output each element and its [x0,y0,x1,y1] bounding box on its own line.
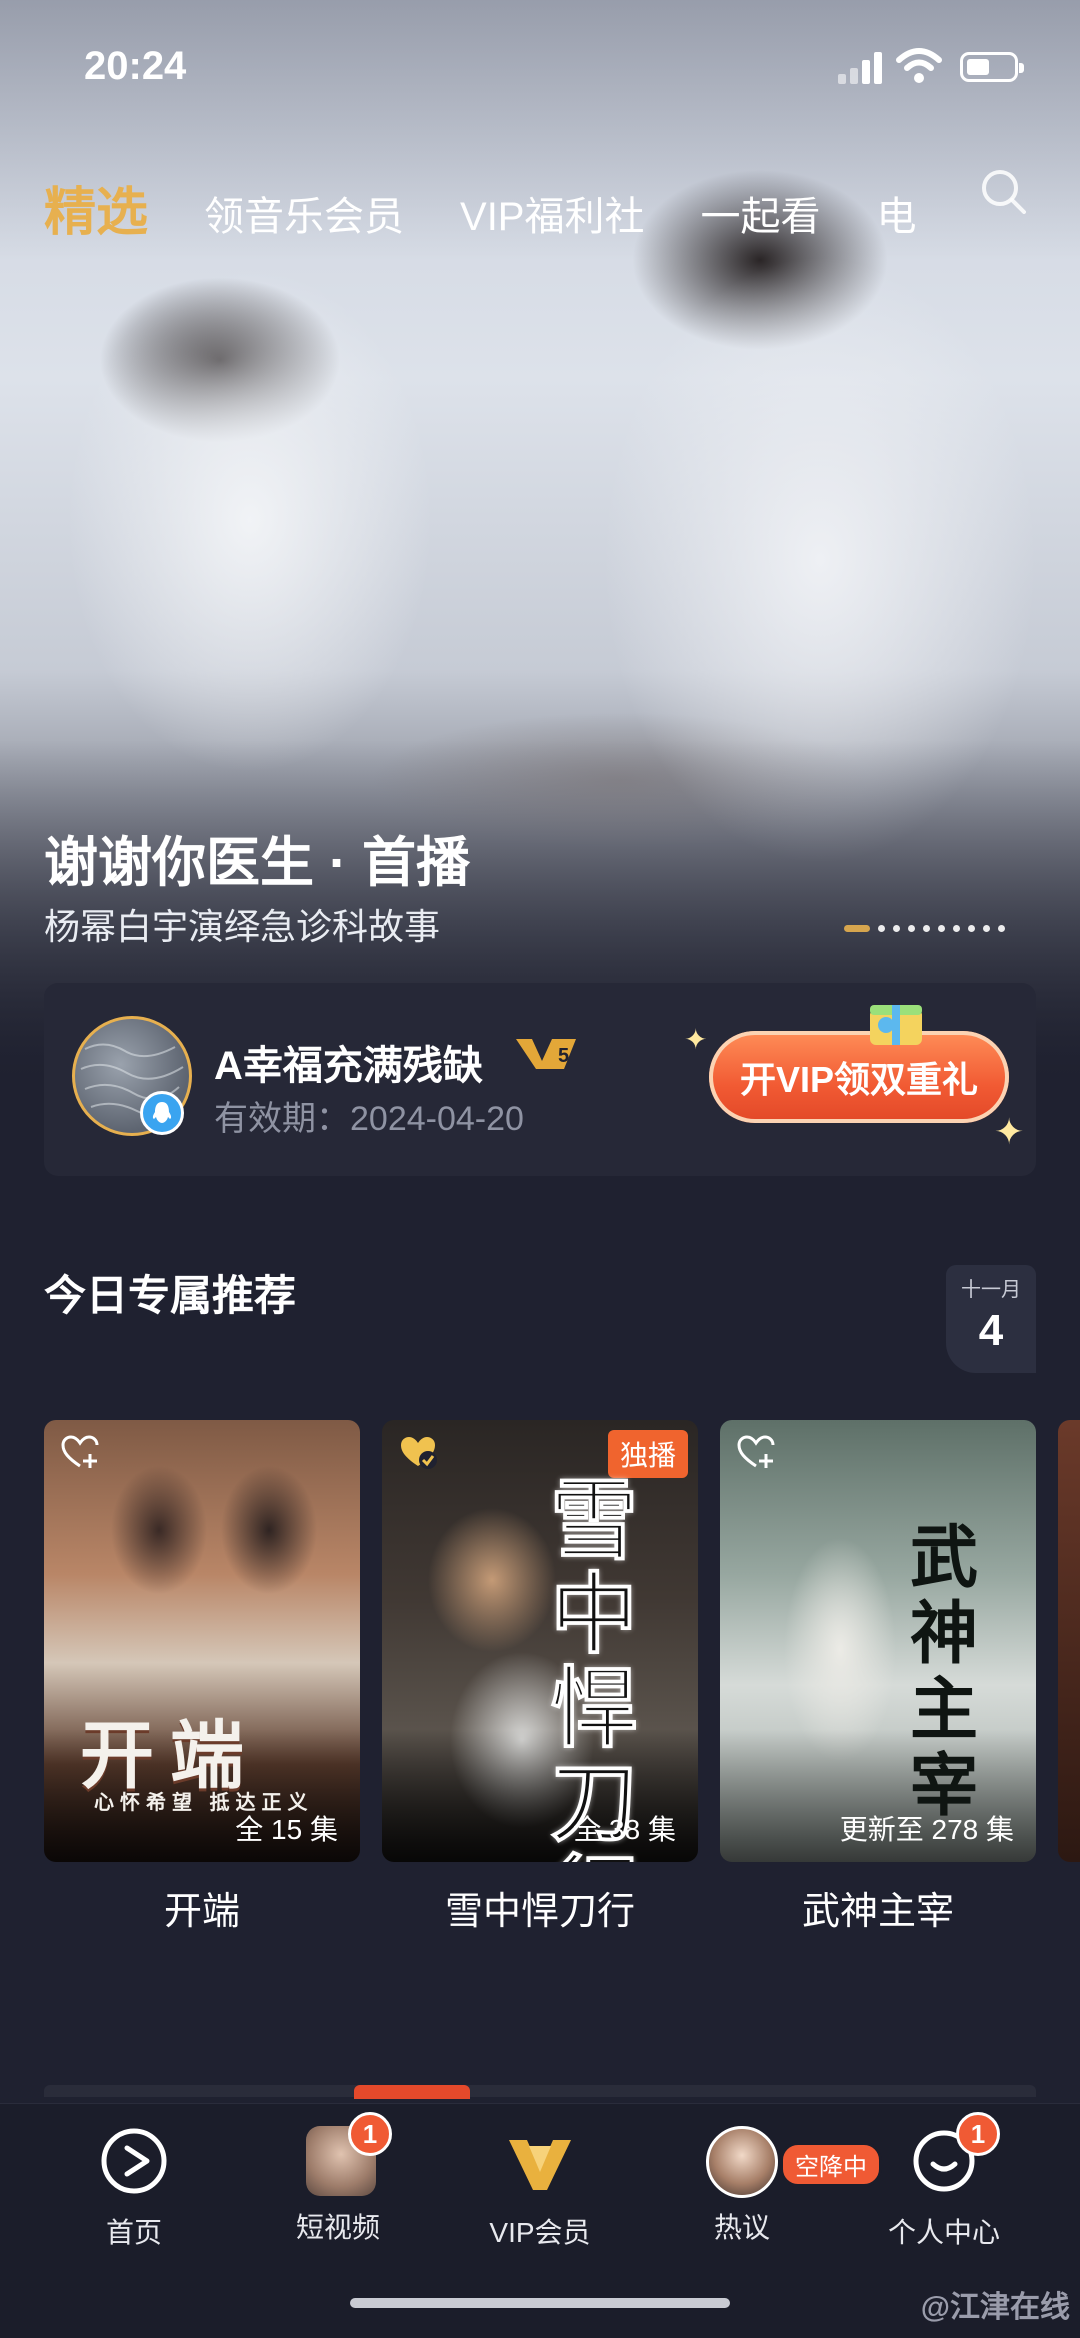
carousel-dot-active [844,925,870,932]
battery-icon [960,52,1024,82]
top-tabs: 精选 领音乐会员 VIP福利社 一起看 电 [44,170,973,245]
vip-expiry: 有效期：2024-04-20 [214,1091,524,1140]
next-section-peek [44,2085,1036,2097]
tab-watch-together[interactable]: 一起看 [701,184,821,242]
next-section-accent [354,2085,470,2099]
poster-art-title: 雪中悍刀行 [550,1471,639,1862]
vip-level-text: 5 [558,1045,569,1067]
poster-card-peek[interactable] [1058,1420,1080,1862]
poster-card[interactable]: 开端 心怀希望 抵达正义 全 15 集 [44,1420,360,1862]
open-vip-button[interactable]: 开VIP领双重礼 [709,1031,1009,1123]
carousel-dot [953,925,960,932]
carousel-dot [923,925,930,932]
expiry-date: 2024-04-20 [350,1100,524,1138]
poster-art-title: 武神主宰 [910,1520,979,1824]
carousel-dot [983,925,990,932]
search-icon[interactable] [978,166,1030,218]
signal-icon [838,52,884,84]
carousel-dot [893,925,900,932]
calendar-day: 4 [978,1306,1004,1355]
nav-label: VIP会员 [489,2217,591,2248]
home-indicator[interactable] [350,2298,730,2308]
poster-card[interactable]: 武神主宰 更新至 278 集 [720,1420,1036,1862]
carousel-dot [998,925,1005,932]
username: A幸福充满残缺 [214,1044,483,1088]
notification-badge: 1 [348,2112,392,2156]
notification-badge: 1 [956,2112,1000,2156]
vip-level-badge-icon: 5 [516,1039,576,1069]
episode-count: 全 38 集 [573,1814,676,1845]
nav-profile[interactable]: 个人中心 [844,2124,1044,2251]
calendar-month: 十一月 [961,1279,1021,1301]
nav-label: 首页 [105,2217,162,2248]
carousel-dots [844,925,1005,932]
sparkle-icon: ✦ [994,1111,1025,1152]
episode-count: 更新至 278 集 [839,1814,1014,1845]
poster-title[interactable]: 开端 [44,1880,360,1935]
hot-talk-avatar[interactable] [706,2126,778,2198]
vip-member-card[interactable]: A幸福充满残缺 5 有效期：2024-04-20 ✦ 开VIP领双重礼 ✦ [44,983,1036,1176]
nav-label: 短视频 [295,2212,380,2243]
heart-plus-icon[interactable] [736,1434,776,1470]
tab-featured[interactable]: 精选 [44,170,148,245]
tab-vip-welfare[interactable]: VIP福利社 [460,184,644,242]
nav-label: 热议 [713,2212,770,2243]
poster-title[interactable]: 雪中悍刀行 [382,1880,698,1935]
heart-plus-icon[interactable] [60,1434,100,1470]
poster-title[interactable]: 武神主宰 [720,1880,1036,1935]
nav-vip[interactable]: VIP会员 [440,2124,640,2251]
nav-home[interactable]: 首页 [34,2124,234,2251]
carousel-dot [878,925,885,932]
section-title: 今日专属推荐 [44,1272,297,1319]
watermark: @江津在线 [920,2291,1070,2324]
qq-badge-icon [140,1091,184,1135]
heart-check-icon[interactable] [398,1434,438,1470]
hero-subtitle: 杨幂白宇演绎急诊科故事 [44,906,441,947]
expiry-label: 有效期： [214,1100,350,1138]
carousel-dot [908,925,915,932]
status-bar: 20:24 [0,0,1080,130]
nav-label: 个人中心 [887,2217,1000,2248]
status-time: 20:24 [84,44,187,88]
carousel-dot [968,925,975,932]
tab-tv[interactable]: 电 [877,184,917,242]
episode-count: 全 15 集 [235,1814,338,1845]
poster-card[interactable]: 独播 雪中悍刀行 全 38 集 [382,1420,698,1862]
play-logo-icon [101,2128,167,2194]
vip-crown-icon [509,2140,571,2190]
tab-music-vip[interactable]: 领音乐会员 [204,184,404,242]
hero-title[interactable]: 谢谢你医生 · 首播 [44,818,470,897]
calendar-date[interactable]: 十一月 4 [946,1265,1036,1373]
sparkle-icon: ✦ [684,1024,708,1055]
carousel-dot [938,925,945,932]
gift-box-icon [870,1005,922,1045]
wifi-icon [896,48,942,83]
